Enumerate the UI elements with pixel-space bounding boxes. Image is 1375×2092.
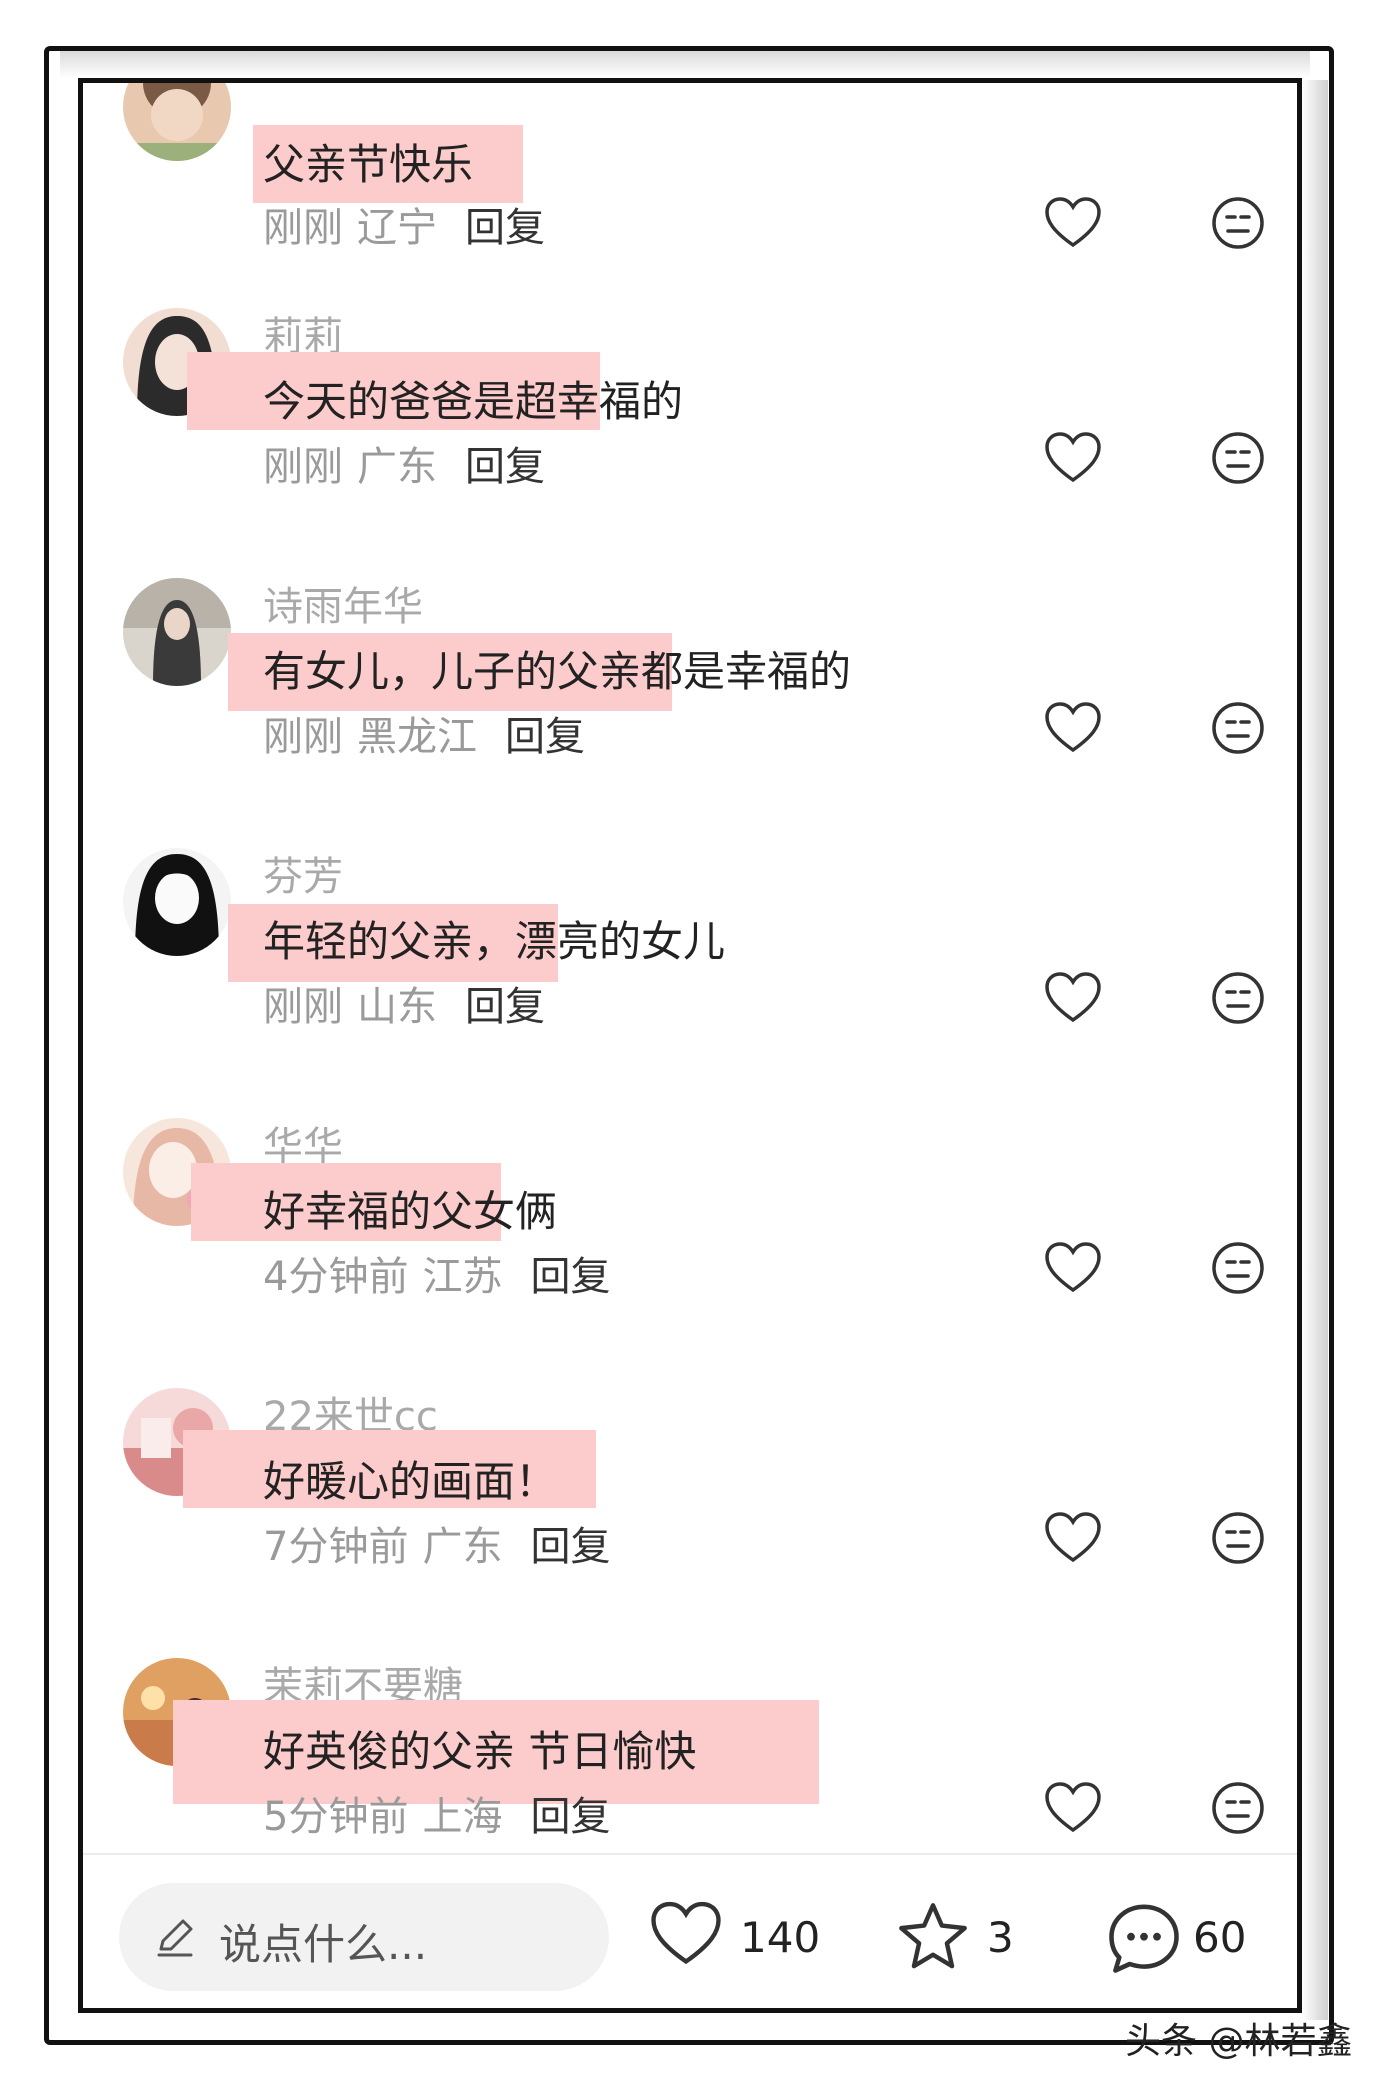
speech-bubble-icon <box>1109 1904 1179 1973</box>
heart-outline-icon[interactable] <box>1043 698 1103 758</box>
comment-time: 7分钟前 <box>263 1524 409 1570</box>
comment-location: 江苏 <box>422 1254 503 1300</box>
reply-button[interactable]: 回复 <box>465 444 545 490</box>
reply-button[interactable]: 回复 <box>505 714 585 760</box>
comment-meta: 5分钟前 上海 回复 <box>263 1784 610 1842</box>
comment-meta: 7分钟前 广东 回复 <box>263 1514 610 1572</box>
comment-item: 莉莉 今天的爸爸是超幸福的 刚刚 广东 回复 <box>83 308 1297 578</box>
bottom-divider <box>83 1853 1297 1855</box>
comment-item: 诗雨年华 有女儿，儿子的父亲都是幸福的 刚刚 黑龙江 回复 <box>83 578 1297 848</box>
reply-button[interactable]: 回复 <box>465 984 545 1030</box>
meh-face-icon[interactable] <box>1208 193 1268 253</box>
comment-meta: 4分钟前 江苏 回复 <box>263 1244 610 1302</box>
heart-outline-icon[interactable] <box>1043 193 1103 253</box>
username[interactable]: 芬芳 <box>263 844 343 902</box>
heart-outline-icon[interactable] <box>1043 1508 1103 1568</box>
comment-meta: 刚刚 广东 回复 <box>263 434 545 492</box>
comment-time: 刚刚 <box>263 444 343 490</box>
comment-item: 华华 好幸福的父女俩 4分钟前 江苏 回复 <box>83 1118 1297 1388</box>
screenshot-area: 父亲节快乐 刚刚 辽宁 回复 莉莉 今天的爸爸是超幸福的 刚刚 广东 回复 诗雨年华 有… <box>78 78 1302 2013</box>
comment-meta: 刚刚 辽宁 回复 <box>263 195 545 253</box>
comment-time: 5分钟前 <box>263 1794 409 1840</box>
reply-button[interactable]: 回复 <box>530 1794 610 1840</box>
heart-outline-icon[interactable] <box>1043 428 1103 488</box>
favorite-stat[interactable]: 3 <box>895 1893 1025 1983</box>
heart-outline-icon[interactable] <box>1043 968 1103 1028</box>
reply-button[interactable]: 回复 <box>530 1254 610 1300</box>
reply-button[interactable]: 回复 <box>465 205 545 251</box>
comment-text: 好暖心的画面！ <box>263 1457 558 1506</box>
comment-count: 60 <box>1193 1913 1247 1962</box>
comment-text: 好幸福的父女俩 <box>263 1187 558 1236</box>
comment-time: 刚刚 <box>263 984 343 1030</box>
meh-face-icon[interactable] <box>1208 1238 1268 1298</box>
reply-button[interactable]: 回复 <box>530 1524 610 1570</box>
watermark: 头条 @林若鑫 <box>1125 2021 1353 2062</box>
heart-outline-icon <box>651 1901 721 1965</box>
comment-item: 22来世cc 好暖心的画面！ 7分钟前 广东 回复 <box>83 1388 1297 1658</box>
heart-outline-icon[interactable] <box>1043 1778 1103 1838</box>
input-placeholder: 说点什么... <box>219 1920 428 1969</box>
meh-face-icon[interactable] <box>1208 1508 1268 1568</box>
comment-time: 刚刚 <box>263 714 343 760</box>
comment-location: 辽宁 <box>357 205 437 251</box>
comment-text: 年轻的父亲，漂亮的女儿 <box>263 917 726 966</box>
pencil-icon <box>157 1919 193 1957</box>
comment-location: 广东 <box>422 1524 503 1570</box>
avatar[interactable] <box>123 848 231 956</box>
comment-item: 芬芳 年轻的父亲，漂亮的女儿 刚刚 山东 回复 <box>83 848 1297 1118</box>
comment-location: 黑龙江 <box>357 714 477 760</box>
comment-text: 今天的爸爸是超幸福的 <box>263 377 684 426</box>
like-count: 140 <box>740 1913 821 1962</box>
meh-face-icon[interactable] <box>1208 1778 1268 1838</box>
comment-meta: 刚刚 黑龙江 回复 <box>263 704 585 762</box>
star-outline-icon <box>899 1903 967 1969</box>
comment-text: 好英俊的父亲 节日愉快 <box>263 1727 697 1776</box>
comment-text: 父亲节快乐 <box>263 140 474 189</box>
comment-location: 山东 <box>357 984 437 1030</box>
comment-location: 广东 <box>357 444 437 490</box>
meh-face-icon[interactable] <box>1208 968 1268 1028</box>
comment-meta: 刚刚 山东 回复 <box>263 974 545 1032</box>
avatar[interactable] <box>123 83 231 161</box>
username[interactable]: 诗雨年华 <box>263 574 423 632</box>
comment-input[interactable]: 说点什么... <box>119 1883 609 1991</box>
comment-stat[interactable]: 60 <box>1105 1893 1265 1983</box>
comment-time: 刚刚 <box>263 205 343 251</box>
avatar[interactable] <box>123 578 231 686</box>
heart-outline-icon[interactable] <box>1043 1238 1103 1298</box>
meh-face-icon[interactable] <box>1208 428 1268 488</box>
comment-location: 上海 <box>422 1794 503 1840</box>
meh-face-icon[interactable] <box>1208 698 1268 758</box>
like-stat[interactable]: 140 <box>648 1893 821 1983</box>
favorite-count: 3 <box>987 1913 1014 1962</box>
comment-time: 4分钟前 <box>263 1254 409 1300</box>
comment-text: 有女儿，儿子的父亲都是幸福的 <box>263 647 852 696</box>
comment-item: 父亲节快乐 刚刚 辽宁 回复 <box>83 83 1297 323</box>
